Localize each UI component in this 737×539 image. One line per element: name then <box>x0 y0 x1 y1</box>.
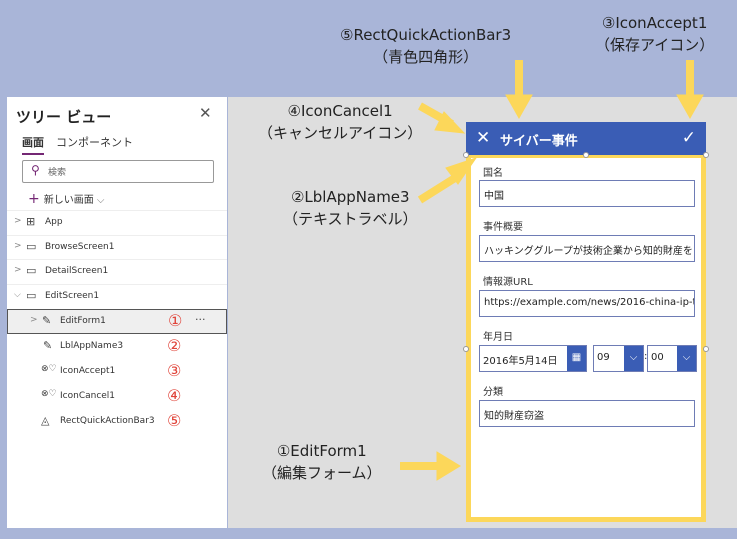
annotation-arrows <box>400 60 704 481</box>
arrow-icon <box>417 174 458 204</box>
arrow-icon <box>676 94 704 120</box>
arrow-icon <box>436 451 461 481</box>
arrow-icon <box>505 94 533 120</box>
